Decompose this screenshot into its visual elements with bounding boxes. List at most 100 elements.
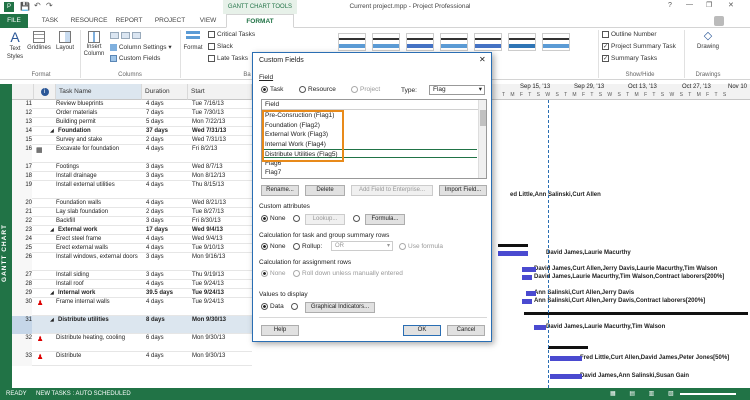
- task-start[interactable]: Tue 9/24/13: [192, 280, 252, 288]
- task-name[interactable]: Foundation walls: [56, 199, 140, 207]
- table-row[interactable]: 20 Foundation walls 4 days Wed 8/21/13: [12, 199, 252, 208]
- task-radio[interactable]: Task: [261, 86, 283, 93]
- critical-tasks-checkbox[interactable]: Critical Tasks: [208, 31, 255, 39]
- summary-bar[interactable]: [524, 312, 748, 315]
- table-row[interactable]: 15 Survey and stake 2 days Wed 7/31/13: [12, 136, 252, 145]
- task-start[interactable]: Mon 7/22/13: [192, 118, 252, 126]
- task-duration[interactable]: 4 days: [146, 199, 188, 207]
- gantt-bar[interactable]: [522, 267, 536, 272]
- table-row[interactable]: 16 Excavate for foundation 4 days Fri 8/2/1…: [12, 145, 252, 163]
- help-icon[interactable]: ?: [668, 2, 672, 9]
- task-start[interactable]: Mon 9/30/13: [192, 352, 252, 360]
- slack-checkbox[interactable]: Slack: [208, 43, 233, 51]
- new-tasks-mode[interactable]: NEW TASKS : AUTO SCHEDULED: [36, 388, 131, 400]
- task-name[interactable]: Footings: [56, 163, 140, 171]
- collapse-icon[interactable]: ◢: [50, 128, 54, 134]
- drawing-button[interactable]: ◇ Drawing: [688, 30, 728, 51]
- gantt-bar[interactable]: [550, 356, 582, 361]
- task-start[interactable]: Mon 9/30/13: [192, 316, 252, 324]
- tab-task[interactable]: TASK: [36, 14, 64, 28]
- table-row[interactable]: 31 Distribute utilities ◢ 8 days Mon 9/30/13: [12, 316, 252, 334]
- field-list[interactable]: Field Pre-Consruction (Flag1) Foundation …: [261, 99, 487, 179]
- table-row[interactable]: 29 Internal work ◢ 39.5 days Tue 9/24/13: [12, 289, 252, 298]
- format-button[interactable]: Format: [182, 30, 204, 52]
- collapse-icon[interactable]: ◢: [50, 290, 54, 296]
- task-name[interactable]: Install windows, external doors: [56, 253, 140, 261]
- gridlines-button[interactable]: Gridlines: [26, 30, 52, 52]
- table-row[interactable]: 18 Install drainage 3 days Mon 8/12/13: [12, 172, 252, 181]
- task-name[interactable]: Order materials: [56, 109, 140, 117]
- project-summary-task-checkbox[interactable]: Project Summary Task: [602, 43, 676, 51]
- custom-fields-button[interactable]: Custom Fields: [110, 55, 160, 63]
- type-select[interactable]: Flag ▾: [429, 85, 485, 95]
- task-start[interactable]: Tue 7/30/13: [192, 109, 252, 117]
- task-duration[interactable]: 7 days: [146, 109, 188, 117]
- restore-icon[interactable]: ❐: [706, 1, 712, 9]
- table-row[interactable]: 26 Install windows, external doors 3 days M…: [12, 253, 252, 271]
- task-duration[interactable]: 4 days: [146, 244, 188, 252]
- column-settings-button[interactable]: Column Settings ▾: [110, 44, 172, 52]
- table-row[interactable]: 25 Erect external walls 4 days Tue 9/10/13: [12, 244, 252, 253]
- task-name[interactable]: Building permit: [56, 118, 140, 126]
- start-header[interactable]: Start: [188, 84, 252, 100]
- save-icon[interactable]: 💾: [20, 2, 30, 11]
- zoom-slider[interactable]: [680, 393, 736, 395]
- tab-file[interactable]: FILE: [0, 14, 28, 28]
- task-duration[interactable]: 3 days: [146, 163, 188, 171]
- gantt-bar[interactable]: [522, 275, 532, 280]
- task-name[interactable]: Survey and stake: [56, 136, 140, 144]
- undo-icon[interactable]: ↶: [34, 1, 41, 10]
- summary-none-radio[interactable]: None: [261, 243, 286, 250]
- table-row[interactable]: 24 Erect steel frame 4 days Wed 9/4/13: [12, 235, 252, 244]
- table-row[interactable]: 13 Building permit 5 days Mon 7/22/13: [12, 118, 252, 127]
- task-name[interactable]: Erect steel frame: [56, 235, 140, 243]
- table-row[interactable]: 23 External work ◢ 17 days Wed 9/4/13: [12, 226, 252, 235]
- task-start[interactable]: Wed 8/21/13: [192, 199, 252, 207]
- help-button[interactable]: Help: [261, 325, 299, 336]
- task-name[interactable]: External work: [50, 226, 140, 234]
- delete-button[interactable]: Delete: [305, 185, 345, 196]
- task-name[interactable]: Lay slab foundation: [56, 208, 140, 216]
- summary-bar[interactable]: [498, 244, 528, 247]
- ok-button[interactable]: OK: [403, 325, 441, 336]
- user-avatar[interactable]: [714, 16, 724, 26]
- task-start[interactable]: Mon 8/12/13: [192, 172, 252, 180]
- task-name[interactable]: Install roof: [56, 280, 140, 288]
- task-start[interactable]: Wed 7/31/13: [192, 127, 252, 135]
- task-name[interactable]: Install external utilities: [56, 181, 140, 189]
- summary-rollup-radio[interactable]: Rollup:: [293, 243, 322, 250]
- dialog-close-icon[interactable]: ✕: [479, 55, 486, 64]
- task-duration[interactable]: 6 days: [146, 334, 188, 342]
- task-name-header[interactable]: Task Name: [56, 84, 142, 100]
- task-start[interactable]: Tue 7/16/13: [192, 100, 252, 108]
- task-name[interactable]: Review blueprints: [56, 100, 140, 108]
- import-field-button[interactable]: Import Field...: [439, 185, 487, 196]
- task-start[interactable]: Thu 8/15/13: [192, 181, 252, 189]
- task-duration[interactable]: 4 days: [146, 100, 188, 108]
- task-duration[interactable]: 3 days: [146, 271, 188, 279]
- task-duration[interactable]: 4 days: [146, 235, 188, 243]
- task-duration[interactable]: 4 days: [146, 352, 188, 360]
- layout-button[interactable]: Layout: [52, 30, 78, 52]
- table-row[interactable]: 27 Install siding 3 days Thu 9/19/13: [12, 271, 252, 280]
- column-align-icons[interactable]: [110, 32, 141, 42]
- task-duration[interactable]: 4 days: [146, 280, 188, 288]
- task-name[interactable]: Frame internal walls: [56, 298, 140, 306]
- task-name[interactable]: Install drainage: [56, 172, 140, 180]
- task-start[interactable]: Wed 9/4/13: [192, 226, 252, 234]
- task-duration[interactable]: 8 days: [146, 316, 188, 324]
- task-duration[interactable]: 3 days: [146, 217, 188, 225]
- attr-formula-radio[interactable]: [353, 215, 362, 222]
- gantt-bar[interactable]: [498, 251, 528, 256]
- redo-icon[interactable]: ↷: [46, 1, 53, 10]
- table-row[interactable]: 14 Foundation ◢ 37 days Wed 7/31/13: [12, 127, 252, 136]
- gantt-bar[interactable]: [522, 299, 532, 304]
- table-row[interactable]: 22 Backfill 3 days Fri 8/30/13: [12, 217, 252, 226]
- task-duration[interactable]: 3 days: [146, 253, 188, 261]
- outline-number-checkbox[interactable]: Outline Number: [602, 31, 657, 39]
- task-name[interactable]: Install siding: [56, 271, 140, 279]
- task-duration[interactable]: 2 days: [146, 136, 188, 144]
- cancel-button[interactable]: Cancel: [447, 325, 485, 336]
- task-duration[interactable]: 4 days: [146, 145, 188, 153]
- field-list-scrollbar[interactable]: [478, 100, 486, 178]
